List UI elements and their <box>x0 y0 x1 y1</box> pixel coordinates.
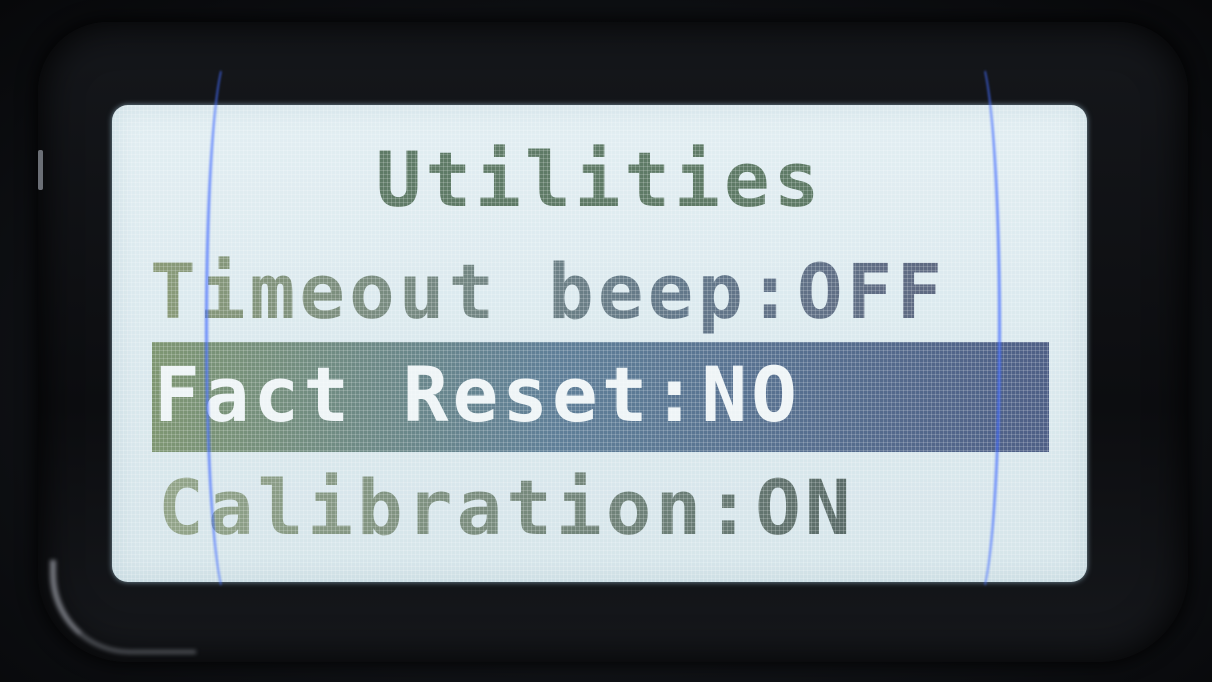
blue-light-reflection-right <box>955 55 1001 601</box>
device-photo: Utilities Timeout beep:OFF Fact Reset:NO… <box>0 0 1212 682</box>
menu-item-timeout-beep[interactable]: Timeout beep:OFF <box>150 247 1087 336</box>
menu-item-calibration[interactable]: Calibration:ON <box>158 463 1087 552</box>
blue-light-reflection-left <box>205 55 251 601</box>
screen-title: Utilities <box>375 135 824 224</box>
lcd-screen: Utilities Timeout beep:OFF Fact Reset:NO… <box>112 105 1087 582</box>
menu-item-factory-reset-label: Fact Reset:NO <box>154 350 801 439</box>
bezel-notch <box>38 150 43 190</box>
menu-item-factory-reset-selected[interactable]: Fact Reset:NO <box>152 342 1049 452</box>
